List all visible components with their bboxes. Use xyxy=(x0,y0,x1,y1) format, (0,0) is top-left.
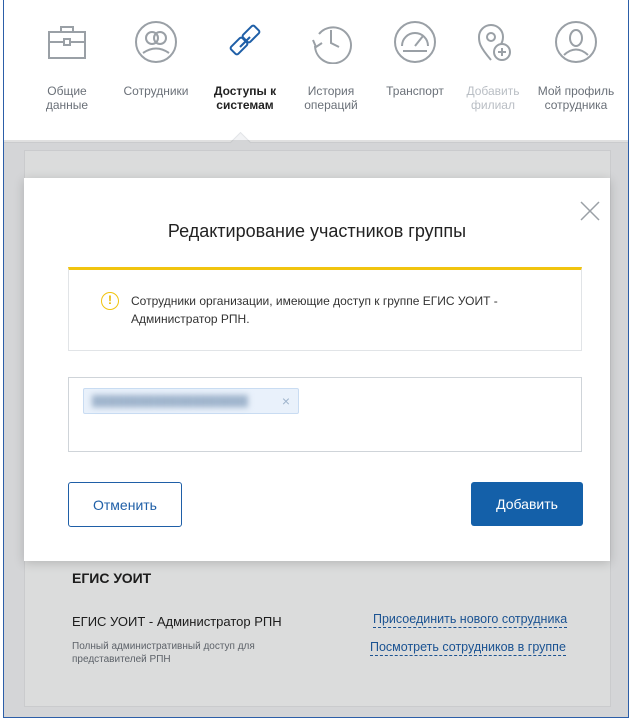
member-chip[interactable]: ████████████████████ × xyxy=(83,388,299,414)
nav-label: Доступы к системам xyxy=(213,84,277,112)
users-icon xyxy=(135,21,177,63)
top-nav: Общие данные Сотрудники Доступы к систем… xyxy=(4,0,628,142)
remove-member-icon[interactable]: × xyxy=(282,393,290,409)
nav-label: Сотрудники xyxy=(123,84,189,98)
warning-icon: ! xyxy=(101,292,119,310)
info-alert: ! Сотрудники организации, имеющие доступ… xyxy=(68,267,582,351)
alert-text: Сотрудники организации, имеющие доступ к… xyxy=(131,294,498,326)
close-icon[interactable] xyxy=(579,200,601,222)
nav-label: Транспорт xyxy=(386,84,444,98)
nav-label: Добавить филиал xyxy=(466,84,520,112)
nav-label: История операций xyxy=(304,84,358,112)
nav-label: Мой профиль сотрудника xyxy=(537,84,615,112)
speedometer-icon xyxy=(394,21,436,63)
nav-label: Общие данные xyxy=(45,84,89,112)
add-button[interactable]: Добавить xyxy=(471,482,583,526)
edit-group-members-modal: Редактирование участников группы ! Сотру… xyxy=(24,178,610,561)
modal-title: Редактирование участников группы xyxy=(167,221,467,241)
page-frame: Общие данные Сотрудники Доступы к систем… xyxy=(3,0,629,718)
members-input[interactable]: ████████████████████ × xyxy=(68,377,582,452)
history-icon xyxy=(312,26,352,64)
add-location-icon xyxy=(477,24,511,61)
cancel-button[interactable]: Отменить xyxy=(68,482,182,527)
member-chip-name: ████████████████████ xyxy=(92,395,248,407)
briefcase-icon xyxy=(48,26,86,59)
profile-icon xyxy=(555,21,597,63)
link-icon xyxy=(229,24,261,56)
